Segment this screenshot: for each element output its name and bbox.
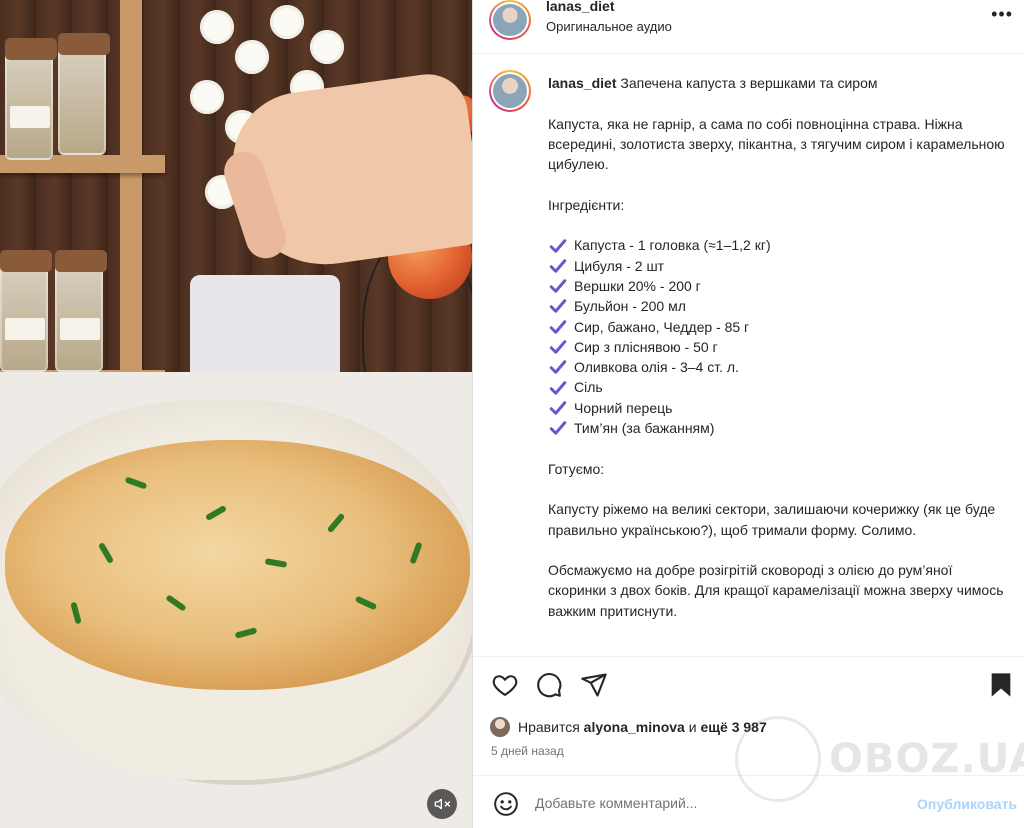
- comment-input[interactable]: Добавьте комментарий...: [535, 795, 697, 811]
- likes-connector: и: [688, 719, 697, 735]
- check-icon: [549, 259, 567, 273]
- avatar[interactable]: [489, 70, 531, 112]
- check-icon: [549, 380, 567, 395]
- check-icon: [549, 421, 567, 435]
- ingredient-text: Вершки 20% - 200 г: [574, 277, 701, 294]
- post-timestamp[interactable]: 5 дней назад: [491, 744, 564, 758]
- post-caption: lanas_diet Запечена капуста з вершками т…: [548, 73, 1008, 621]
- audio-label[interactable]: Оригинальное аудио: [546, 19, 672, 34]
- more-horizontal-icon[interactable]: •••: [991, 4, 1013, 25]
- bookmark-icon[interactable]: [987, 671, 1015, 699]
- post-details-panel: lanas_diet Оригинальное аудио ••• lanas_…: [472, 0, 1024, 828]
- likes-user[interactable]: alyona_minova: [584, 719, 685, 735]
- cooking-step-2: Обсмажуємо на добре розігрітій сковороді…: [548, 562, 1004, 619]
- ingredients-heading: Інгредієнти:: [548, 196, 625, 213]
- globe-icon: [735, 716, 821, 802]
- ingredient-item: Тим’ян (за бажанням): [548, 418, 1008, 438]
- spice-jar: [0, 250, 52, 372]
- check-icon: [549, 340, 567, 354]
- cooking-step-1: Капусту ріжемо на великі сектори, залиша…: [548, 501, 996, 538]
- ingredient-text: Сир, бажано, Чеддер - 85 г: [574, 318, 750, 335]
- ingredient-text: Тим’ян (за бажанням): [574, 420, 715, 437]
- ingredient-item: Оливкова олія - 3–4 ст. л.: [548, 357, 1008, 377]
- check-icon: [549, 238, 567, 253]
- caption-username[interactable]: lanas_diet: [548, 75, 616, 91]
- check-icon: [549, 319, 567, 334]
- check-icon: [549, 401, 567, 415]
- caption-section: lanas_diet Запечена капуста з вершками т…: [473, 55, 1024, 655]
- ingredient-text: Капуста - 1 головка (≈1–1,2 кг): [574, 237, 771, 254]
- ingredient-text: Цибуля - 2 шт: [574, 257, 665, 274]
- ingredient-item: Сир з пліснявою - 50 г: [548, 337, 1008, 357]
- spice-jar: [5, 38, 57, 160]
- post-header: lanas_diet Оригинальное аудио •••: [473, 0, 1024, 54]
- comment-icon[interactable]: [535, 671, 563, 699]
- watermark: OBOZ.UA: [735, 716, 1024, 802]
- ingredient-item: Вершки 20% - 200 г: [548, 276, 1008, 296]
- check-icon: [549, 299, 567, 314]
- avatar: [489, 716, 511, 738]
- ingredient-text: Чорний перець: [574, 399, 673, 416]
- spice-jar: [55, 250, 107, 372]
- avatar[interactable]: [489, 0, 531, 40]
- ingredient-text: Сіль: [574, 379, 603, 396]
- emoji-icon[interactable]: [493, 791, 519, 817]
- ingredient-item: Капуста - 1 головка (≈1–1,2 кг): [548, 235, 1008, 255]
- ingredient-item: Сіль: [548, 377, 1008, 397]
- ingredient-item: Чорний перець: [548, 398, 1008, 418]
- check-icon: [549, 360, 567, 375]
- baked-cabbage: [5, 440, 470, 690]
- action-bar: [473, 656, 1024, 714]
- caption-intro: Капуста, яка не гарнір, а сама по собі п…: [548, 115, 1005, 173]
- likes-line[interactable]: Нравится alyona_minova и ещё 3 987: [489, 716, 767, 738]
- watermark-text: OBOZ.UA: [829, 736, 1024, 782]
- spice-jar: [58, 33, 110, 155]
- ingredient-text: Сир з пліснявою - 50 г: [574, 338, 718, 355]
- check-icon: [549, 279, 567, 293]
- author-username[interactable]: lanas_diet: [546, 0, 614, 14]
- caption-title: Запечена капуста з вершками та сиром: [620, 75, 878, 91]
- cooking-heading: Готуємо:: [548, 460, 605, 477]
- post-video[interactable]: [0, 0, 472, 828]
- likes-prefix: Нравится: [518, 719, 580, 735]
- share-icon[interactable]: [580, 671, 608, 699]
- sound-off-icon[interactable]: [427, 789, 457, 819]
- ingredient-text: Оливкова олія - 3–4 ст. л.: [574, 359, 739, 376]
- ingredient-item: Сир, бажано, Чеддер - 85 г: [548, 317, 1008, 337]
- ingredients-list: Капуста - 1 головка (≈1–1,2 кг) Цибуля - …: [548, 235, 1008, 438]
- ingredient-item: Цибуля - 2 шт: [548, 256, 1008, 276]
- shelf-post: [120, 0, 142, 395]
- ingredient-text: Бульйон - 200 мл: [574, 298, 686, 315]
- ingredient-item: Бульйон - 200 мл: [548, 296, 1008, 316]
- heart-icon[interactable]: [491, 671, 519, 699]
